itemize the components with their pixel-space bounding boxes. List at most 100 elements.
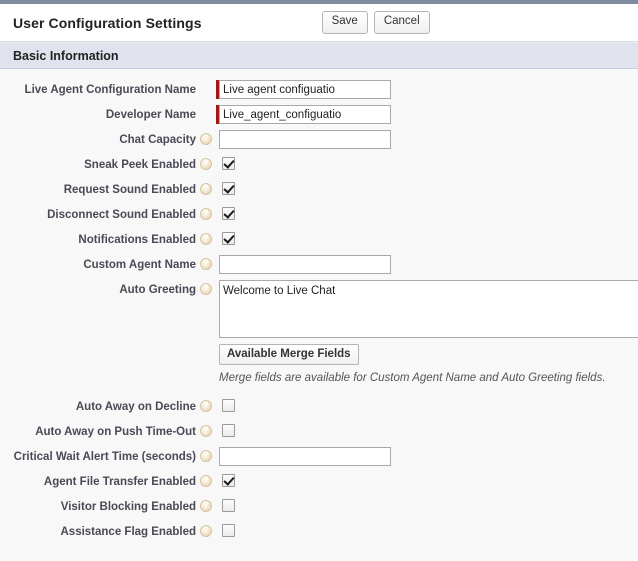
field-cell-agent-file-transfer-enabled [216,471,638,487]
field-label-assistance-flag-enabled: Assistance Flag Enabled [0,521,196,539]
help-cell-custom-agent-name [196,254,216,270]
input-developer-name[interactable] [219,105,391,124]
checkbox-auto-away-on-decline[interactable] [222,399,235,412]
help-cell-notifications-enabled [196,229,216,245]
form-row-sneak-peek-enabled: Sneak Peek Enabled [0,154,638,178]
help-icon[interactable] [200,158,212,170]
input-custom-agent-name[interactable] [219,255,391,274]
form-row-live-agent-configuration-name: Live Agent Configuration Name [0,79,638,103]
merge-fields-note: Merge fields are available for Custom Ag… [219,372,606,384]
field-cell-disconnect-sound-enabled [216,204,638,220]
help-icon[interactable] [200,500,212,512]
help-icon[interactable] [200,233,212,245]
help-icon[interactable] [200,400,212,412]
page-title: User Configuration Settings [13,15,202,31]
checkbox-request-sound-enabled[interactable] [222,182,235,195]
input-live-agent-configuration-name[interactable] [219,80,391,99]
field-cell-developer-name [216,104,638,124]
help-icon[interactable] [200,208,212,220]
form-row-request-sound-enabled: Request Sound Enabled [0,179,638,203]
form-row-developer-name: Developer Name [0,104,638,128]
field-cell-visitor-blocking-enabled [216,496,638,512]
field-label-critical-wait-alert-time-seconds: Critical Wait Alert Time (seconds) [0,446,196,464]
field-label-chat-capacity: Chat Capacity [0,129,196,147]
field-label-visitor-blocking-enabled: Visitor Blocking Enabled [0,496,196,514]
save-button[interactable]: Save [322,11,368,33]
checkbox-visitor-blocking-enabled[interactable] [222,499,235,512]
input-critical-wait-alert-time-seconds[interactable] [219,447,391,466]
form-row-visitor-blocking-enabled: Visitor Blocking Enabled [0,496,638,520]
field-label-request-sound-enabled: Request Sound Enabled [0,179,196,197]
help-cell-assistance-flag-enabled [196,521,216,537]
help-cell-live-agent-configuration-name [196,79,216,83]
help-icon[interactable] [200,183,212,195]
merge-note-spacer [0,372,219,384]
help-icon[interactable] [200,133,212,145]
help-icon[interactable] [200,258,212,270]
checkbox-disconnect-sound-enabled[interactable] [222,207,235,220]
title-bar: User Configuration Settings Save Cancel [0,4,638,42]
form-row-disconnect-sound-enabled: Disconnect Sound Enabled [0,204,638,228]
help-icon[interactable] [200,475,212,487]
field-cell-assistance-flag-enabled [216,521,638,537]
help-cell-auto-away-on-push-time-out [196,421,216,437]
field-cell-live-agent-configuration-name [216,79,638,99]
section-header-basic-information: Basic Information [0,42,638,69]
field-cell-auto-away-on-push-time-out [216,421,638,437]
available-merge-fields-button[interactable]: Available Merge Fields [219,344,359,365]
help-cell-agent-file-transfer-enabled [196,471,216,487]
section-title: Basic Information [13,49,119,63]
title-action-buttons: Save Cancel [322,11,430,33]
help-cell-auto-away-on-decline [196,396,216,412]
form-body: Live Agent Configuration Name Developer N… [0,69,638,545]
field-cell-sneak-peek-enabled [216,154,638,170]
help-icon[interactable] [200,283,212,295]
merge-row-spacer [0,344,219,365]
field-cell-request-sound-enabled [216,179,638,195]
field-label-developer-name: Developer Name [0,104,196,122]
field-cell-notifications-enabled [216,229,638,245]
help-cell-disconnect-sound-enabled [196,204,216,220]
field-label-sneak-peek-enabled: Sneak Peek Enabled [0,154,196,172]
help-cell-chat-capacity [196,129,216,145]
help-cell-critical-wait-alert-time-seconds [196,446,216,462]
field-label-auto-away-on-push-time-out: Auto Away on Push Time-Out [0,421,196,439]
help-cell-visitor-blocking-enabled [196,496,216,512]
help-cell-developer-name [196,104,216,108]
field-label-agent-file-transfer-enabled: Agent File Transfer Enabled [0,471,196,489]
field-cell-chat-capacity [216,129,638,149]
checkbox-agent-file-transfer-enabled[interactable] [222,474,235,487]
help-icon[interactable] [200,450,212,462]
textarea-auto-greeting[interactable] [219,280,638,338]
form-rows-top: Live Agent Configuration Name Developer N… [0,79,638,338]
form-row-chat-capacity: Chat Capacity [0,129,638,153]
checkbox-auto-away-on-push-time-out[interactable] [222,424,235,437]
form-row-custom-agent-name: Custom Agent Name [0,254,638,278]
field-label-auto-away-on-decline: Auto Away on Decline [0,396,196,414]
form-row-critical-wait-alert-time-seconds: Critical Wait Alert Time (seconds) [0,446,638,470]
form-row-notifications-enabled: Notifications Enabled [0,229,638,253]
merge-fields-row: Available Merge Fields [0,344,638,365]
form-row-auto-away-on-push-time-out: Auto Away on Push Time-Out [0,421,638,445]
help-icon[interactable] [200,425,212,437]
checkbox-sneak-peek-enabled[interactable] [222,157,235,170]
cancel-button[interactable]: Cancel [374,11,430,33]
field-cell-auto-greeting [216,279,638,338]
help-icon[interactable] [200,525,212,537]
merge-note-row: Merge fields are available for Custom Ag… [0,372,638,384]
field-label-disconnect-sound-enabled: Disconnect Sound Enabled [0,204,196,222]
checkbox-notifications-enabled[interactable] [222,232,235,245]
help-cell-request-sound-enabled [196,179,216,195]
checkbox-assistance-flag-enabled[interactable] [222,524,235,537]
form-row-auto-away-on-decline: Auto Away on Decline [0,396,638,420]
field-label-custom-agent-name: Custom Agent Name [0,254,196,272]
input-chat-capacity[interactable] [219,130,391,149]
form-row-assistance-flag-enabled: Assistance Flag Enabled [0,521,638,545]
help-cell-auto-greeting [196,279,216,295]
form-row-agent-file-transfer-enabled: Agent File Transfer Enabled [0,471,638,495]
field-cell-auto-away-on-decline [216,396,638,412]
settings-page: User Configuration Settings Save Cancel … [0,0,638,561]
field-label-notifications-enabled: Notifications Enabled [0,229,196,247]
field-label-live-agent-configuration-name: Live Agent Configuration Name [0,79,196,97]
help-cell-sneak-peek-enabled [196,154,216,170]
